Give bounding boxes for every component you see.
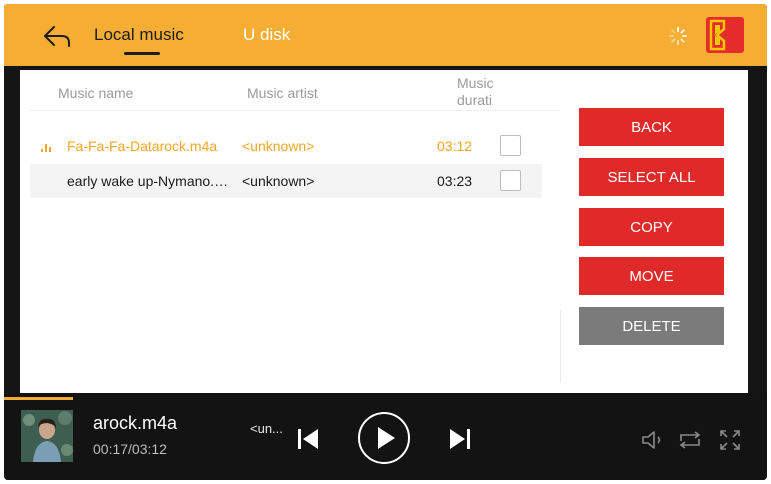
track-name: Fa-Fa-Fa-Datarock.m4a — [67, 138, 218, 154]
previous-icon[interactable] — [296, 427, 320, 451]
next-icon[interactable] — [448, 427, 472, 451]
volume-icon[interactable] — [640, 429, 666, 451]
header-divider — [30, 110, 560, 111]
app-window: Local music U disk Music name Music arti… — [4, 4, 767, 480]
active-tab-indicator — [124, 52, 160, 55]
back-arrow-icon[interactable] — [40, 22, 74, 50]
back-button[interactable]: BACK — [579, 108, 724, 146]
panel-divider — [560, 310, 561, 382]
now-playing-icon — [41, 144, 53, 152]
player-bar: arock.m4a 00:17/03:12 <un... — [4, 393, 767, 480]
kodak-logo — [706, 17, 744, 53]
now-playing-time: 00:17/03:12 — [93, 441, 167, 457]
track-name: early wake up-Nymano.m4a — [67, 173, 239, 189]
fullscreen-icon[interactable] — [718, 428, 742, 452]
now-playing-artist: <un... — [250, 421, 283, 436]
playback-progress[interactable] — [4, 397, 73, 400]
track-duration: 03:23 — [437, 173, 473, 189]
track-duration: 03:12 — [437, 138, 473, 154]
music-list-panel: Music name Music artist Music durati Fa-… — [20, 70, 748, 393]
track-checkbox[interactable] — [500, 135, 521, 156]
tab-local-music[interactable]: Local music — [94, 25, 184, 45]
track-checkbox[interactable] — [500, 170, 521, 191]
top-bar: Local music U disk — [4, 4, 767, 66]
track-artist: <unknown> — [242, 173, 315, 189]
delete-button[interactable]: DELETE — [579, 307, 724, 345]
copy-button[interactable]: COPY — [579, 208, 724, 246]
column-header-artist[interactable]: Music artist — [247, 85, 318, 101]
select-all-button[interactable]: SELECT ALL — [579, 158, 724, 196]
album-art — [21, 410, 73, 462]
tab-u-disk[interactable]: U disk — [243, 25, 290, 45]
track-list: Music name Music artist Music durati Fa-… — [20, 70, 560, 393]
loading-spinner-icon — [669, 27, 687, 45]
column-header-name[interactable]: Music name — [58, 85, 133, 101]
column-header-duration[interactable]: Music durati — [457, 75, 505, 109]
track-row[interactable]: early wake up-Nymano.m4a <unknown> 03:23 — [30, 164, 542, 198]
play-icon[interactable] — [357, 411, 411, 465]
move-button[interactable]: MOVE — [579, 257, 724, 295]
repeat-icon[interactable] — [676, 429, 704, 451]
track-row[interactable]: Fa-Fa-Fa-Datarock.m4a <unknown> 03:12 — [30, 129, 542, 163]
track-artist: <unknown> — [242, 138, 315, 154]
now-playing-title: arock.m4a — [93, 413, 178, 433]
